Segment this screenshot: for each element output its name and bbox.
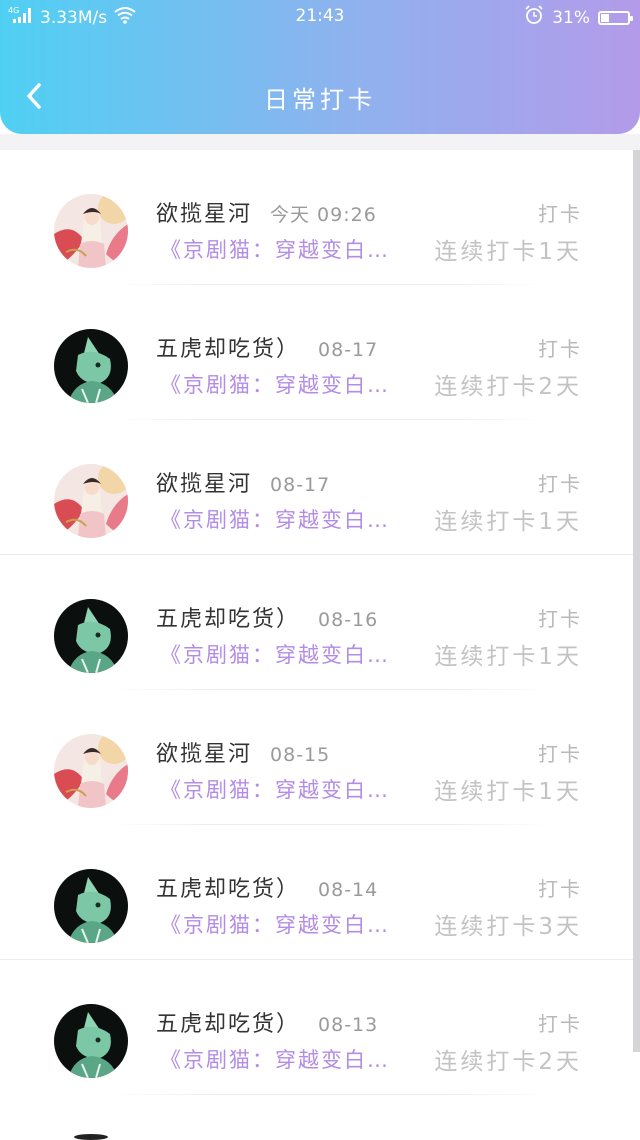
checkin-label: 打卡 <box>538 337 582 361</box>
checkin-time: 08-17 <box>270 474 331 496</box>
next-avatar-peek <box>74 1134 108 1140</box>
checkin-label: 打卡 <box>538 607 582 631</box>
checkin-label: 打卡 <box>538 472 582 496</box>
header-gap <box>0 134 640 150</box>
item-header: 欲揽星河 08-15 <box>156 736 330 768</box>
checkin-time: 08-17 <box>318 339 379 361</box>
battery-icon <box>598 10 633 25</box>
checkin-item[interactable]: 五虎却吃货） 08-13 打卡《京剧猫：穿越变白… 连续打卡2天 <box>0 960 640 1095</box>
book-title[interactable]: 《京剧猫：穿越变白… <box>160 639 390 669</box>
checkin-list: 欲揽星河 今天 09:26 打卡 《京剧猫：穿越变白… 连续打卡1天 五虎却吃货） 08-1… <box>0 150 640 1095</box>
checkin-time: 08-16 <box>318 609 379 631</box>
status-bar: 4G 3.33M/s 21:43 31% <box>0 0 640 34</box>
book-title[interactable]: 《京剧猫：穿越变白… <box>160 774 390 804</box>
avatar[interactable] <box>54 599 128 673</box>
avatar[interactable] <box>54 329 128 403</box>
avatar[interactable] <box>54 194 128 268</box>
item-header: 欲揽星河 08-17 <box>156 466 330 498</box>
battery-percent: 31% <box>552 7 590 28</box>
status-right: 31% <box>524 5 633 30</box>
checkin-label: 打卡 <box>538 877 582 901</box>
page-title: 日常打卡 <box>264 86 376 114</box>
user-name[interactable]: 五虎却吃货） <box>156 871 300 903</box>
checkin-item[interactable]: 欲揽星河 今天 09:26 打卡《京剧猫：穿越变白… 连续打卡1天 <box>0 150 640 285</box>
book-title[interactable]: 《京剧猫：穿越变白… <box>160 504 390 534</box>
checkin-item[interactable]: 五虎却吃货） 08-16 打卡《京剧猫：穿越变白… 连续打卡1天 <box>0 555 640 690</box>
user-name[interactable]: 五虎却吃货） <box>156 331 300 363</box>
checkin-time: 08-14 <box>318 879 379 901</box>
checkin-item[interactable]: 欲揽星河 08-17 打卡《京剧猫：穿越变白… 连续打卡1天 <box>0 420 640 555</box>
streak-count: 连续打卡1天 <box>434 509 582 535</box>
avatar[interactable] <box>54 1004 128 1078</box>
streak-count: 连续打卡1天 <box>434 779 582 805</box>
item-header: 五虎却吃货） 08-17 <box>156 331 378 363</box>
scrollbar[interactable] <box>633 150 640 1052</box>
checkin-item[interactable]: 五虎却吃货） 08-14 打卡《京剧猫：穿越变白… 连续打卡3天 <box>0 825 640 960</box>
user-name[interactable]: 欲揽星河 <box>156 196 252 228</box>
user-name[interactable]: 欲揽星河 <box>156 736 252 768</box>
user-name[interactable]: 欲揽星河 <box>156 466 252 498</box>
checkin-time: 08-15 <box>270 744 331 766</box>
item-header: 五虎却吃货） 08-16 <box>156 601 378 633</box>
item-header: 欲揽星河 今天 09:26 <box>156 196 377 228</box>
streak-count: 连续打卡3天 <box>434 914 582 940</box>
book-title[interactable]: 《京剧猫：穿越变白… <box>160 369 390 399</box>
user-name[interactable]: 五虎却吃货） <box>156 601 300 633</box>
book-title[interactable]: 《京剧猫：穿越变白… <box>160 1044 390 1074</box>
top-header: 4G 3.33M/s 21:43 31% 日常打卡 <box>0 0 640 134</box>
alarm-icon <box>524 5 544 30</box>
avatar[interactable] <box>54 734 128 808</box>
streak-count: 连续打卡2天 <box>434 1049 582 1075</box>
checkin-label: 打卡 <box>538 202 582 226</box>
checkin-item[interactable]: 欲揽星河 08-15 打卡《京剧猫：穿越变白… 连续打卡1天 <box>0 690 640 825</box>
checkin-time: 08-13 <box>318 1014 379 1036</box>
avatar[interactable] <box>54 869 128 943</box>
book-title[interactable]: 《京剧猫：穿越变白… <box>160 909 390 939</box>
streak-count: 连续打卡1天 <box>434 644 582 670</box>
checkin-label: 打卡 <box>538 1012 582 1036</box>
battery-fill <box>601 13 610 22</box>
item-header: 五虎却吃货） 08-14 <box>156 871 378 903</box>
checkin-time: 今天 09:26 <box>270 204 377 226</box>
divider <box>110 1094 550 1095</box>
item-header: 五虎却吃货） 08-13 <box>156 1006 378 1038</box>
streak-count: 连续打卡2天 <box>434 374 582 400</box>
user-name[interactable]: 五虎却吃货） <box>156 1006 300 1038</box>
streak-count: 连续打卡1天 <box>434 239 582 265</box>
checkin-label: 打卡 <box>538 742 582 766</box>
avatar[interactable] <box>54 464 128 538</box>
checkin-item[interactable]: 五虎却吃货） 08-17 打卡《京剧猫：穿越变白… 连续打卡2天 <box>0 285 640 420</box>
book-title[interactable]: 《京剧猫：穿越变白… <box>160 234 390 264</box>
